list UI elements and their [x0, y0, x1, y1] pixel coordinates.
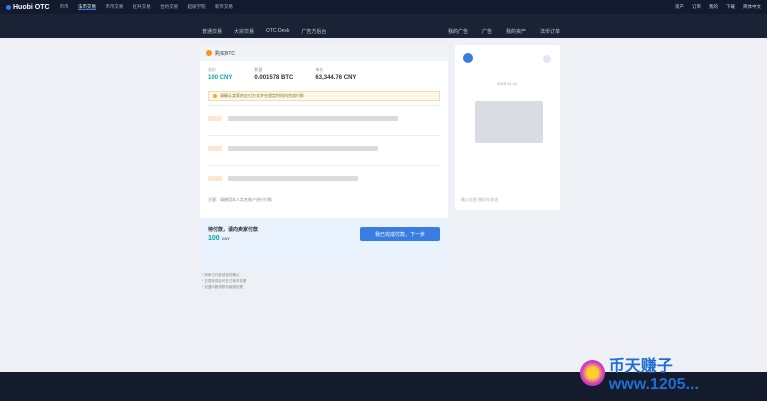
order-title: 购买BTC [215, 50, 236, 57]
watermark: 币天赚子 www.1205... [580, 345, 760, 400]
confirm-title: 待付款，请向卖家付款 [208, 227, 259, 233]
assets-link[interactable]: 资产 [675, 4, 684, 10]
nav-item-fiat[interactable]: 法币交易 [77, 4, 96, 10]
avatar [463, 53, 473, 63]
confirm-amount: 100 CNY [208, 235, 230, 242]
logo-text: Huobi OTC [13, 3, 50, 11]
main-nav: 币币 法币交易 币币交易 杠杆交易 合约交易 超级学院 新币交易 [60, 4, 241, 10]
phone-icon[interactable] [543, 55, 551, 63]
warning-banner: 请确认卖家的支付方式并在规定时间内完成付款 [208, 91, 440, 101]
tab-ads[interactable]: 广告 [482, 28, 492, 35]
order-stats: 总价 100 CNY 数量 0.001578 BTC 单价 63,344.76 CNY [200, 61, 448, 87]
payment-tag [208, 176, 222, 181]
top-navigation-bar: Huobi OTC 币币 法币交易 币币交易 杠杆交易 合约交易 超级学院 新币… [0, 0, 767, 14]
redacted-info [228, 176, 358, 181]
stat-price: 单价 63,344.76 CNY [315, 67, 356, 81]
payment-row-2[interactable] [208, 135, 440, 161]
tab-fiat-orders[interactable]: 法币订单 [540, 28, 560, 35]
payment-row-3[interactable] [208, 165, 440, 191]
redacted-info [228, 146, 378, 151]
order-header: 购买BTC [200, 45, 448, 61]
notes: * 商家已付款请及时确认 * 交易完成后可在订单中查看 * 如遇问题请联系客服处… [200, 270, 448, 340]
confirm-area: 待付款，请向卖家付款 100 CNY 我已完成付款，下一步 [200, 218, 448, 270]
nav-item-contract[interactable]: 合约交易 [160, 4, 178, 9]
pay-note: 注意：请使用本人实名账户进行付款 [208, 197, 272, 202]
redacted-info [228, 116, 398, 121]
stat-label: 数量 [254, 67, 263, 72]
tab-ad-backend[interactable]: 广告方后台 [301, 28, 326, 35]
note-line: * 如遇问题请联系客服处理 [202, 285, 243, 289]
stat-value: 100 CNY [208, 75, 233, 81]
warning-icon [213, 94, 217, 98]
nav-item-academy[interactable]: 超级学院 [188, 4, 206, 9]
tab-bulk-trade[interactable]: 大宗交易 [234, 28, 254, 35]
language-link[interactable]: 简体中文 [743, 4, 761, 10]
warning-text: 请确认卖家的支付方式并在规定时间内完成付款 [220, 93, 304, 98]
tab-my-assets[interactable]: 我的资产 [506, 28, 526, 35]
payment-tag [208, 116, 222, 121]
nav-item-newcoin[interactable]: 新币交易 [215, 4, 233, 9]
chat-message [475, 101, 543, 143]
stat-total: 总价 100 CNY [208, 67, 232, 81]
logo-mark-icon [6, 4, 11, 10]
download-link[interactable]: 下载 [726, 4, 735, 10]
confirm-payment-button[interactable]: 我已完成付款，下一步 [360, 227, 440, 241]
chat-input[interactable]: 输入信息 按回车发送 [461, 197, 498, 203]
tab-otc-desk[interactable]: OTC Desk [266, 28, 289, 35]
order-panel: 购买BTC 总价 100 CNY 数量 0.001578 BTC 单价 63,344.… [200, 45, 448, 270]
logo[interactable]: Huobi OTC [6, 4, 50, 11]
tab-normal-trade[interactable]: 普通交易 [202, 28, 222, 35]
nav-item-margin[interactable]: 杠杆交易 [133, 4, 151, 9]
top-right-menu: 资产 订单 我的 下载 简体中文 [675, 4, 761, 10]
watermark-logo-icon [580, 359, 605, 386]
subnav-left: 普通交易 大宗交易 OTC Desk 广告方后台 [202, 28, 326, 35]
watermark-text: 币天赚子 www.1205... [608, 357, 699, 393]
currency-label: CNY [221, 236, 231, 241]
chat-date: 2019-11-12 [497, 81, 518, 86]
orders-link[interactable]: 订单 [692, 4, 701, 10]
user-link[interactable]: 我的 [709, 4, 718, 10]
nav-item-spot[interactable]: 币币交易 [105, 4, 123, 9]
payment-row-1[interactable] [208, 105, 440, 131]
btc-icon [206, 50, 212, 56]
stat-amount: 数量 0.001578 BTC [254, 67, 293, 81]
stat-label: 单价 [315, 67, 324, 72]
chat-panel: 2019-11-12 输入信息 按回车发送 [455, 45, 560, 210]
stat-value: 0.001578 BTC [254, 75, 294, 81]
sub-header [0, 14, 767, 38]
payment-tag [208, 146, 222, 151]
stat-value: 63,344.76 CNY [315, 75, 357, 81]
subnav-right: 我的广告 广告 我的资产 法币订单 [448, 28, 560, 35]
tab-my-ads[interactable]: 我的广告 [448, 28, 468, 35]
stat-label: 总价 [208, 67, 216, 72]
nav-item-coin[interactable]: 币币 [60, 4, 69, 9]
amount-value: 100 [208, 235, 220, 242]
